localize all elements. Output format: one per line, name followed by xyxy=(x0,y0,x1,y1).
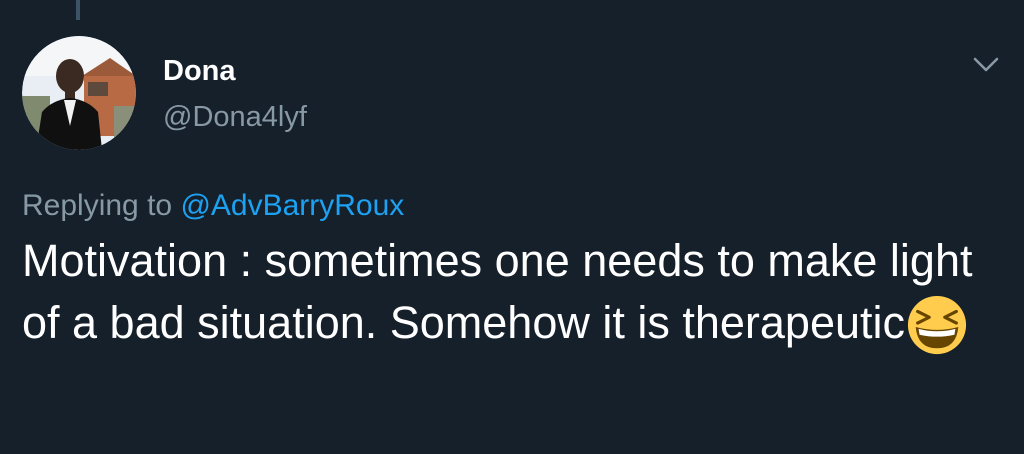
replying-to-line: Replying to @AdvBarryRoux xyxy=(22,188,404,224)
tweet-text: Motivation : sometimes one needs to make… xyxy=(22,230,1012,356)
reply-mention-link[interactable]: @AdvBarryRoux xyxy=(180,189,404,222)
avatar[interactable] xyxy=(22,36,136,150)
tweet-body: Motivation : sometimes one needs to make… xyxy=(22,235,973,348)
display-name[interactable]: Dona xyxy=(163,55,236,87)
chevron-down-icon[interactable] xyxy=(966,50,1006,80)
grinning-squinting-face-icon xyxy=(907,295,967,355)
user-handle[interactable]: @Dona4lyf xyxy=(163,100,307,134)
thread-connector-line xyxy=(76,0,80,20)
replying-to-label: Replying to xyxy=(22,189,181,222)
